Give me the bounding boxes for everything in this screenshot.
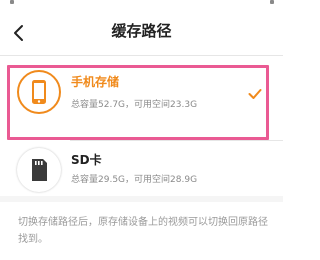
total-capacity: 总容量29.5G bbox=[71, 175, 126, 185]
status-indicator-right bbox=[270, 0, 274, 4]
header-divider bbox=[0, 55, 283, 56]
storage-option-sd-card[interactable]: SD卡 总容量29.5G，可用空间28.9G bbox=[0, 143, 283, 195]
page-title: 缓存路径 bbox=[111, 22, 172, 40]
option-capacity: 总容量29.5G，可用空间28.9G bbox=[71, 172, 197, 185]
sd-card-icon-circle bbox=[17, 148, 61, 192]
status-indicator-left bbox=[10, 0, 14, 4]
section-separator bbox=[0, 196, 283, 202]
selection-highlight-frame bbox=[7, 65, 269, 140]
option-divider bbox=[70, 140, 283, 141]
capacity-separator: ， bbox=[125, 175, 135, 185]
sd-card-icon bbox=[32, 159, 47, 181]
navigation-bar: 缓存路径 bbox=[0, 10, 283, 54]
status-bar bbox=[0, 0, 283, 8]
option-title: SD卡 bbox=[71, 153, 102, 167]
hint-text: 切换存储路径后，原存储设备上的视频可以切换回原路径找到。 bbox=[18, 217, 268, 245]
free-capacity: 可用空间28.9G bbox=[134, 175, 198, 185]
